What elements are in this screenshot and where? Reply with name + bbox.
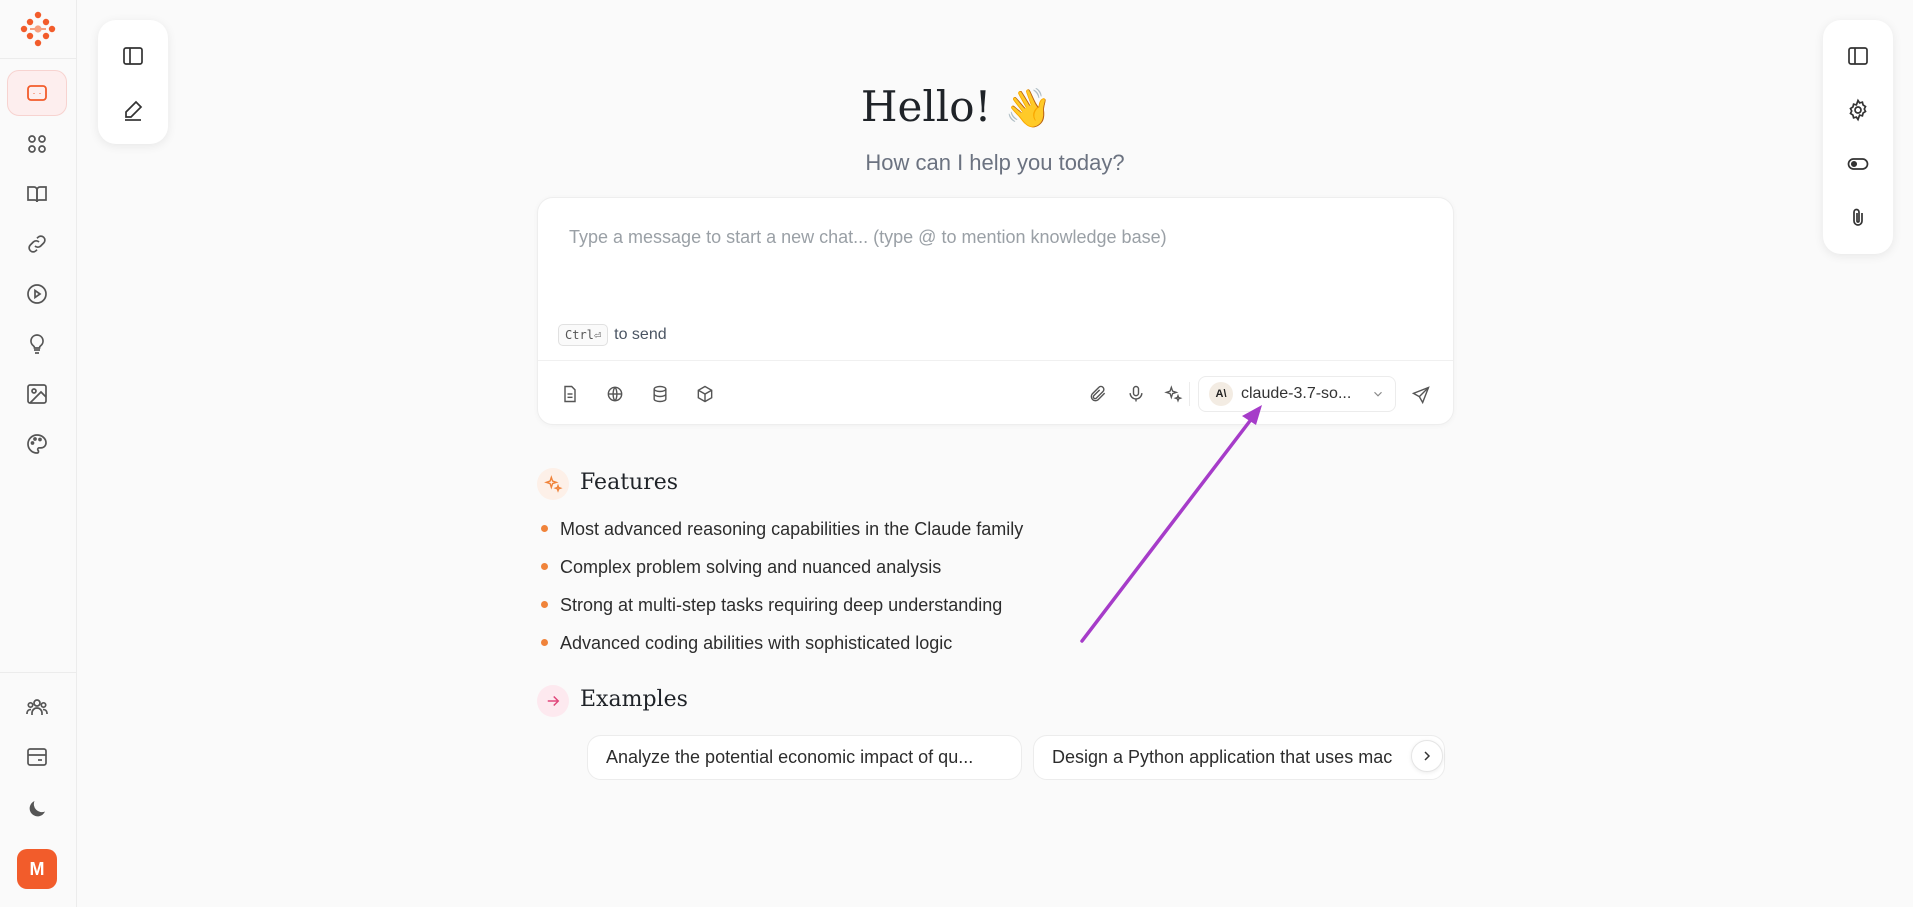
greeting-text: Hello!: [860, 82, 992, 131]
composer-divider: [538, 360, 1453, 361]
send-icon: [1411, 386, 1430, 405]
features-heading: Features: [580, 470, 679, 495]
document-tool-button[interactable]: [556, 380, 584, 408]
sidebar-item-play[interactable]: [7, 271, 67, 317]
sidebar-item-theme[interactable]: [7, 421, 67, 467]
palette-icon: [27, 434, 47, 454]
examples-next-button[interactable]: [1411, 740, 1443, 772]
message-input[interactable]: [567, 222, 1427, 252]
voice-input-button[interactable]: [1122, 380, 1150, 408]
database-icon: [653, 385, 667, 403]
app-logo-icon[interactable]: [19, 10, 57, 48]
feature-item: Strong at multi-step tasks requiring dee…: [540, 591, 1023, 629]
sidebar-item-ideas[interactable]: [7, 321, 67, 367]
document-icon: [564, 385, 576, 403]
chevron-right-icon: [1424, 751, 1431, 761]
mcp-tool-button[interactable]: [691, 380, 719, 408]
microphone-icon: [1129, 385, 1143, 402]
model-divider: [1189, 382, 1190, 406]
example-prompt-card[interactable]: Design a Python application that uses ma…: [1033, 735, 1445, 780]
cube-icon: [697, 385, 713, 403]
feature-item: Advanced coding abilities with sophistic…: [540, 629, 1023, 667]
sidebar-item-dark-mode[interactable]: [7, 786, 67, 832]
sidebar-divider: [0, 672, 77, 673]
book-open-icon: [27, 186, 47, 203]
right-toolbar-panel: [1823, 20, 1893, 254]
sidebar-item-knowledge[interactable]: [7, 171, 67, 217]
attach-file-button[interactable]: [1084, 380, 1112, 408]
sparkles-icon: [537, 468, 569, 500]
user-avatar[interactable]: M: [17, 849, 57, 889]
sidebar-item-layout[interactable]: [7, 734, 67, 780]
link-icon: [28, 235, 46, 253]
anthropic-logo-icon: A\: [1209, 382, 1233, 406]
greeting-title: Hello! 👋: [0, 82, 1913, 131]
send-shortcut-key: Ctrl⏎: [558, 324, 609, 346]
feature-item: Complex problem solving and nuanced anal…: [540, 553, 1023, 591]
send-hint: Ctrl⏎ to send: [558, 324, 667, 346]
globe-icon: [607, 386, 623, 402]
model-selector[interactable]: A\ claude-3.7-so...: [1198, 376, 1396, 412]
layout-panel-icon: [27, 748, 47, 766]
greeting-subtitle: How can I help you today?: [865, 150, 1125, 175]
sparkles-icon: [1164, 385, 1183, 403]
arrow-right-icon: [537, 685, 569, 717]
sidebar-item-links[interactable]: [7, 221, 67, 267]
enhance-prompt-button[interactable]: [1159, 380, 1187, 408]
toggle-right-panel-button[interactable]: [1840, 38, 1876, 74]
examples-heading: Examples: [580, 687, 688, 712]
paperclip-icon: [1853, 208, 1863, 226]
left-sidebar: M: [0, 0, 77, 907]
message-composer: Ctrl⏎ to send A\: [537, 197, 1454, 425]
sidebar-toggle-icon: [123, 47, 143, 65]
web-search-tool-button[interactable]: [601, 380, 629, 408]
chevron-down-icon: [1374, 391, 1382, 397]
paperclip-icon: [1090, 385, 1106, 402]
image-icon: [27, 384, 47, 404]
sidebar-item-agents[interactable]: [7, 684, 67, 730]
moon-icon: [29, 801, 45, 817]
sidebar-toggle-icon: [1848, 47, 1868, 65]
sidebar-divider: [0, 58, 77, 59]
model-name: claude-3.7-so...: [1241, 385, 1352, 402]
features-list: Most advanced reasoning capabilities in …: [540, 515, 1023, 667]
toggle-sidebar-button[interactable]: [115, 38, 151, 74]
feature-item: Most advanced reasoning capabilities in …: [540, 515, 1023, 553]
example-prompt-card[interactable]: Analyze the potential economic impact of…: [587, 735, 1022, 780]
play-circle-icon: [27, 284, 47, 304]
users-group-icon: [26, 699, 48, 715]
lightbulb-icon: [30, 334, 44, 354]
send-hint-text: to send: [614, 326, 667, 343]
send-button[interactable]: [1406, 380, 1436, 410]
waving-hand-icon: 👋: [1004, 86, 1053, 130]
attachments-button[interactable]: [1840, 200, 1876, 236]
sidebar-item-images[interactable]: [7, 371, 67, 417]
knowledge-base-tool-button[interactable]: [646, 380, 674, 408]
